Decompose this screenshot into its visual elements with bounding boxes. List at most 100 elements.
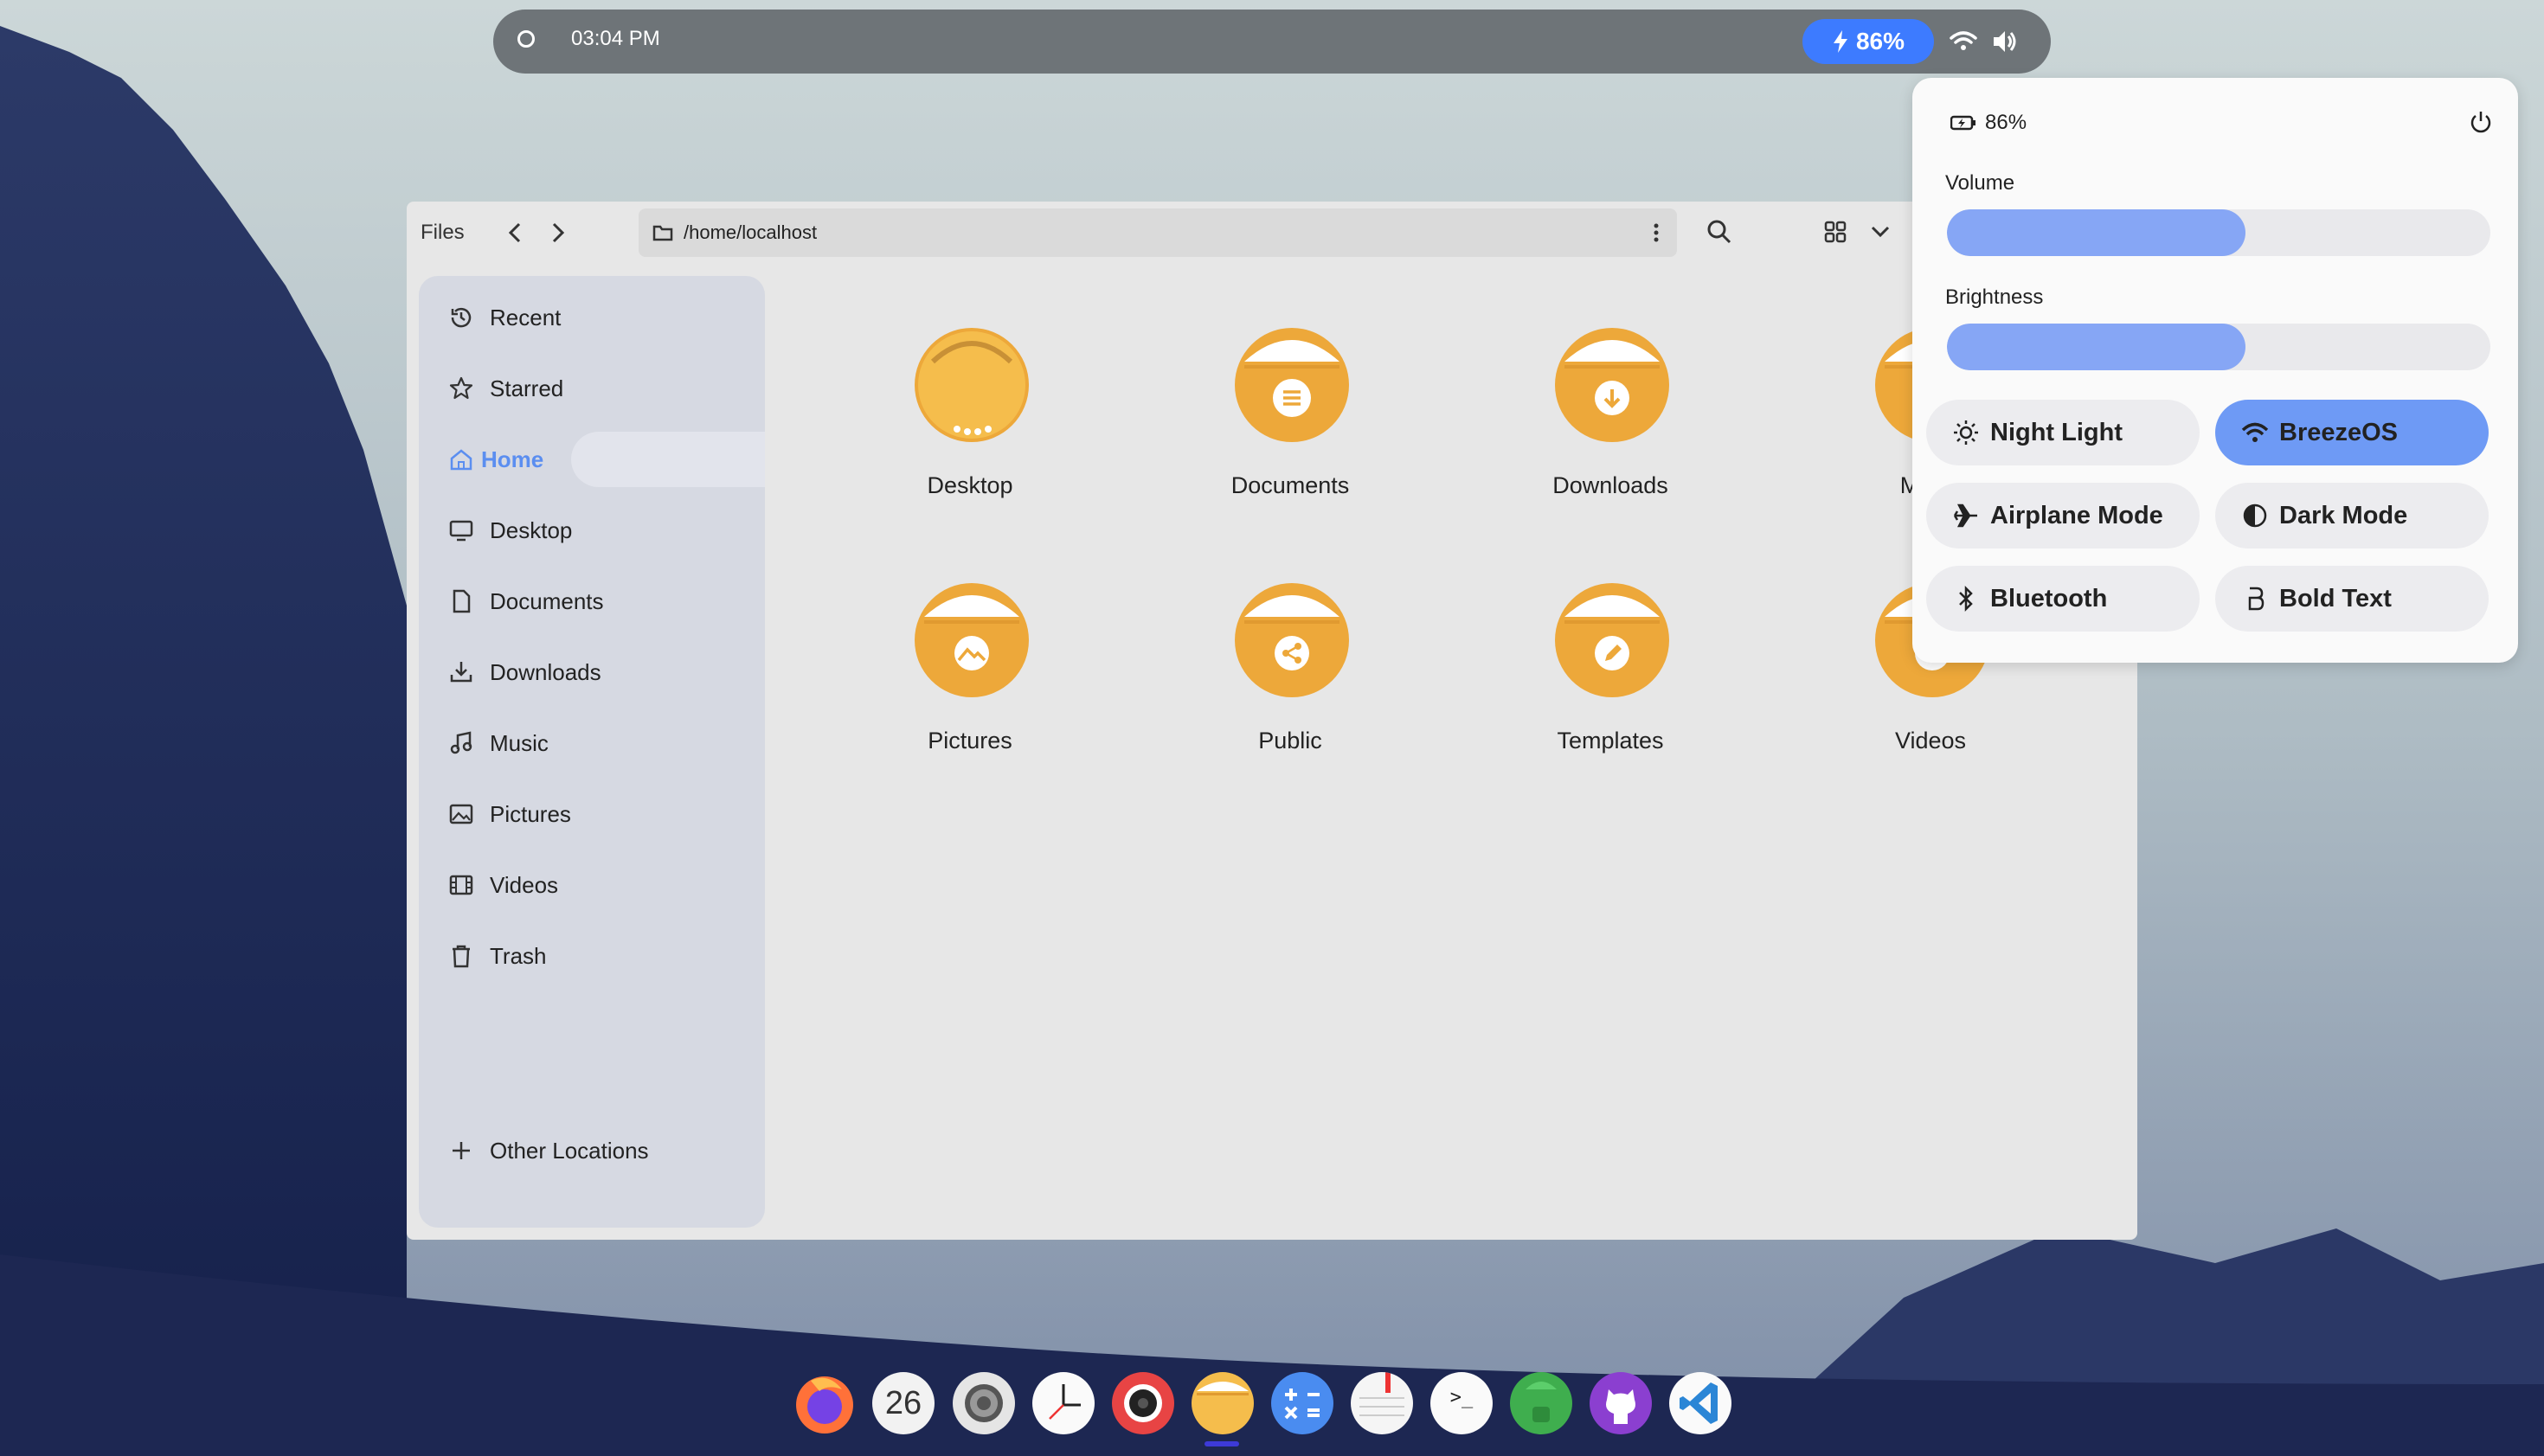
camera-icon [1124, 1384, 1162, 1422]
sidebar-item-downloads[interactable]: Downloads [419, 645, 765, 700]
folder-downloads[interactable]: Downloads [1481, 327, 1740, 552]
dock-camera[interactable] [1112, 1372, 1174, 1434]
calendar-date: 26 [884, 1385, 922, 1421]
folder-templates[interactable]: Templates [1481, 582, 1740, 807]
sidebar-item-label: Desktop [490, 516, 573, 543]
sidebar-item-trash[interactable]: Trash [419, 928, 765, 984]
dock-text-editor[interactable] [1351, 1372, 1413, 1434]
home-icon [450, 449, 472, 471]
power-icon[interactable] [2468, 109, 2494, 135]
dock-calendar[interactable]: 26 [872, 1372, 935, 1434]
dock-terminal[interactable]: >_ [1430, 1372, 1493, 1434]
bold-text-toggle[interactable]: Bold Text [2215, 566, 2489, 632]
sidebar-item-videos[interactable]: Videos [419, 857, 765, 913]
bluetooth-icon [1959, 585, 1973, 613]
folder-public-icon [1235, 583, 1349, 697]
current-path: /home/localhost [684, 221, 818, 243]
folder-desktop[interactable]: Desktop [840, 327, 1100, 552]
folder-label: Videos [1894, 728, 1967, 754]
bluetooth-toggle[interactable]: Bluetooth [1926, 566, 2200, 632]
files-window: Files /home/localhost Recent Starred Hom… [407, 202, 2137, 1240]
battery-percent: 86% [1985, 111, 2027, 134]
dock-vscode[interactable] [1669, 1372, 1731, 1434]
folder-documents[interactable]: Documents [1160, 327, 1420, 552]
sidebar-item-label: Videos [490, 871, 559, 898]
battery-percent: 86% [1855, 28, 1905, 55]
more-options-icon[interactable] [1653, 222, 1660, 243]
window-title: Files [421, 221, 465, 244]
sidebar-item-music[interactable]: Music [419, 715, 765, 771]
trash-icon [453, 945, 470, 968]
speaker-icon[interactable] [1990, 27, 2020, 56]
lightning-icon [1833, 30, 1847, 53]
night-light-toggle[interactable]: Night Light [1926, 400, 2200, 465]
dock-clock[interactable] [1032, 1372, 1095, 1434]
dark-mode-toggle[interactable]: Dark Mode [2215, 483, 2489, 548]
battery-status: 86% [1950, 111, 2027, 135]
wifi-icon[interactable] [1949, 27, 1978, 56]
tile-label: BreezeOS [2279, 418, 2399, 446]
tile-label: Dark Mode [2279, 501, 2408, 529]
top-bar: 03:04 PM 86% [493, 10, 2051, 74]
terminal-prompt: >_ [1449, 1387, 1474, 1408]
chevron-down-icon[interactable] [1866, 217, 1895, 247]
folder-downloads-icon [1555, 328, 1669, 442]
other-locations-label: Other Locations [490, 1137, 649, 1164]
sidebar-item-documents[interactable]: Documents [419, 574, 765, 629]
sidebar-item-label: Downloads [490, 658, 601, 685]
forward-arrow-icon[interactable] [543, 219, 571, 247]
calculator-icon [1284, 1389, 1320, 1420]
battery-indicator[interactable]: 86% [1802, 19, 1934, 64]
folder-label: Public [1258, 728, 1322, 754]
document-icon [453, 589, 471, 613]
folder-label: Pictures [928, 728, 1012, 754]
sidebar-item-home[interactable]: Home [450, 432, 765, 487]
folder-pictures[interactable]: Pictures [840, 582, 1100, 807]
volume-slider-fill [1947, 209, 2246, 256]
sidebar-item-recent[interactable]: Recent [419, 290, 765, 345]
clock-icon [1049, 1384, 1081, 1420]
dock-github[interactable] [1590, 1372, 1652, 1434]
dock-settings[interactable] [953, 1372, 1015, 1434]
vscode-icon [1680, 1382, 1718, 1424]
search-icon[interactable] [1705, 217, 1734, 247]
volume-slider[interactable] [1947, 209, 2490, 256]
sidebar-item-pictures[interactable]: Pictures [419, 786, 765, 842]
folder-icon [652, 225, 673, 241]
brightness-slider[interactable] [1947, 324, 2490, 370]
monitor-icon [449, 520, 473, 542]
sidebar-item-label: Recent [490, 304, 562, 330]
active-app-indicator [1205, 1441, 1239, 1446]
notepad-icon [1359, 1372, 1404, 1416]
folder-label: Documents [1230, 472, 1350, 498]
tile-label: Airplane Mode [1990, 501, 2163, 529]
other-locations-button[interactable]: Other Locations [419, 1123, 765, 1178]
bold-b-icon [2248, 587, 2265, 611]
clock-history-icon [451, 307, 472, 328]
airplane-icon [1953, 504, 1977, 528]
dock-android[interactable] [1510, 1372, 1572, 1434]
sidebar-item-label: Documents [490, 587, 604, 614]
tile-label: Bold Text [2279, 584, 2392, 613]
folder-label: Templates [1557, 728, 1664, 754]
music-note-icon [450, 731, 472, 754]
brightness-label: Brightness [1945, 285, 2044, 309]
path-bar[interactable]: /home/localhost [639, 208, 1677, 257]
sidebar-item-desktop[interactable]: Desktop [419, 503, 765, 558]
folder-documents-icon [1235, 328, 1349, 442]
grid-view-icon[interactable] [1821, 217, 1850, 247]
dock-firefox[interactable] [793, 1372, 856, 1434]
dock-files[interactable] [1192, 1372, 1254, 1434]
sidebar-item-starred[interactable]: Starred [419, 361, 765, 416]
airplane-mode-toggle[interactable]: Airplane Mode [1926, 483, 2200, 548]
clock[interactable]: 03:04 PM [571, 27, 660, 51]
dock-calculator[interactable] [1271, 1372, 1333, 1434]
activities-button[interactable] [517, 30, 535, 48]
sidebar-item-label: Music [490, 729, 549, 756]
sidebar-item-label: Home [481, 446, 544, 472]
folder-public[interactable]: Public [1160, 582, 1420, 807]
wifi-toggle[interactable]: BreezeOS [2215, 400, 2489, 465]
quick-settings-panel: 86% Volume Brightness Night Light Breeze… [1912, 78, 2518, 663]
battery-icon [1950, 115, 1975, 131]
back-arrow-icon[interactable] [502, 219, 530, 247]
